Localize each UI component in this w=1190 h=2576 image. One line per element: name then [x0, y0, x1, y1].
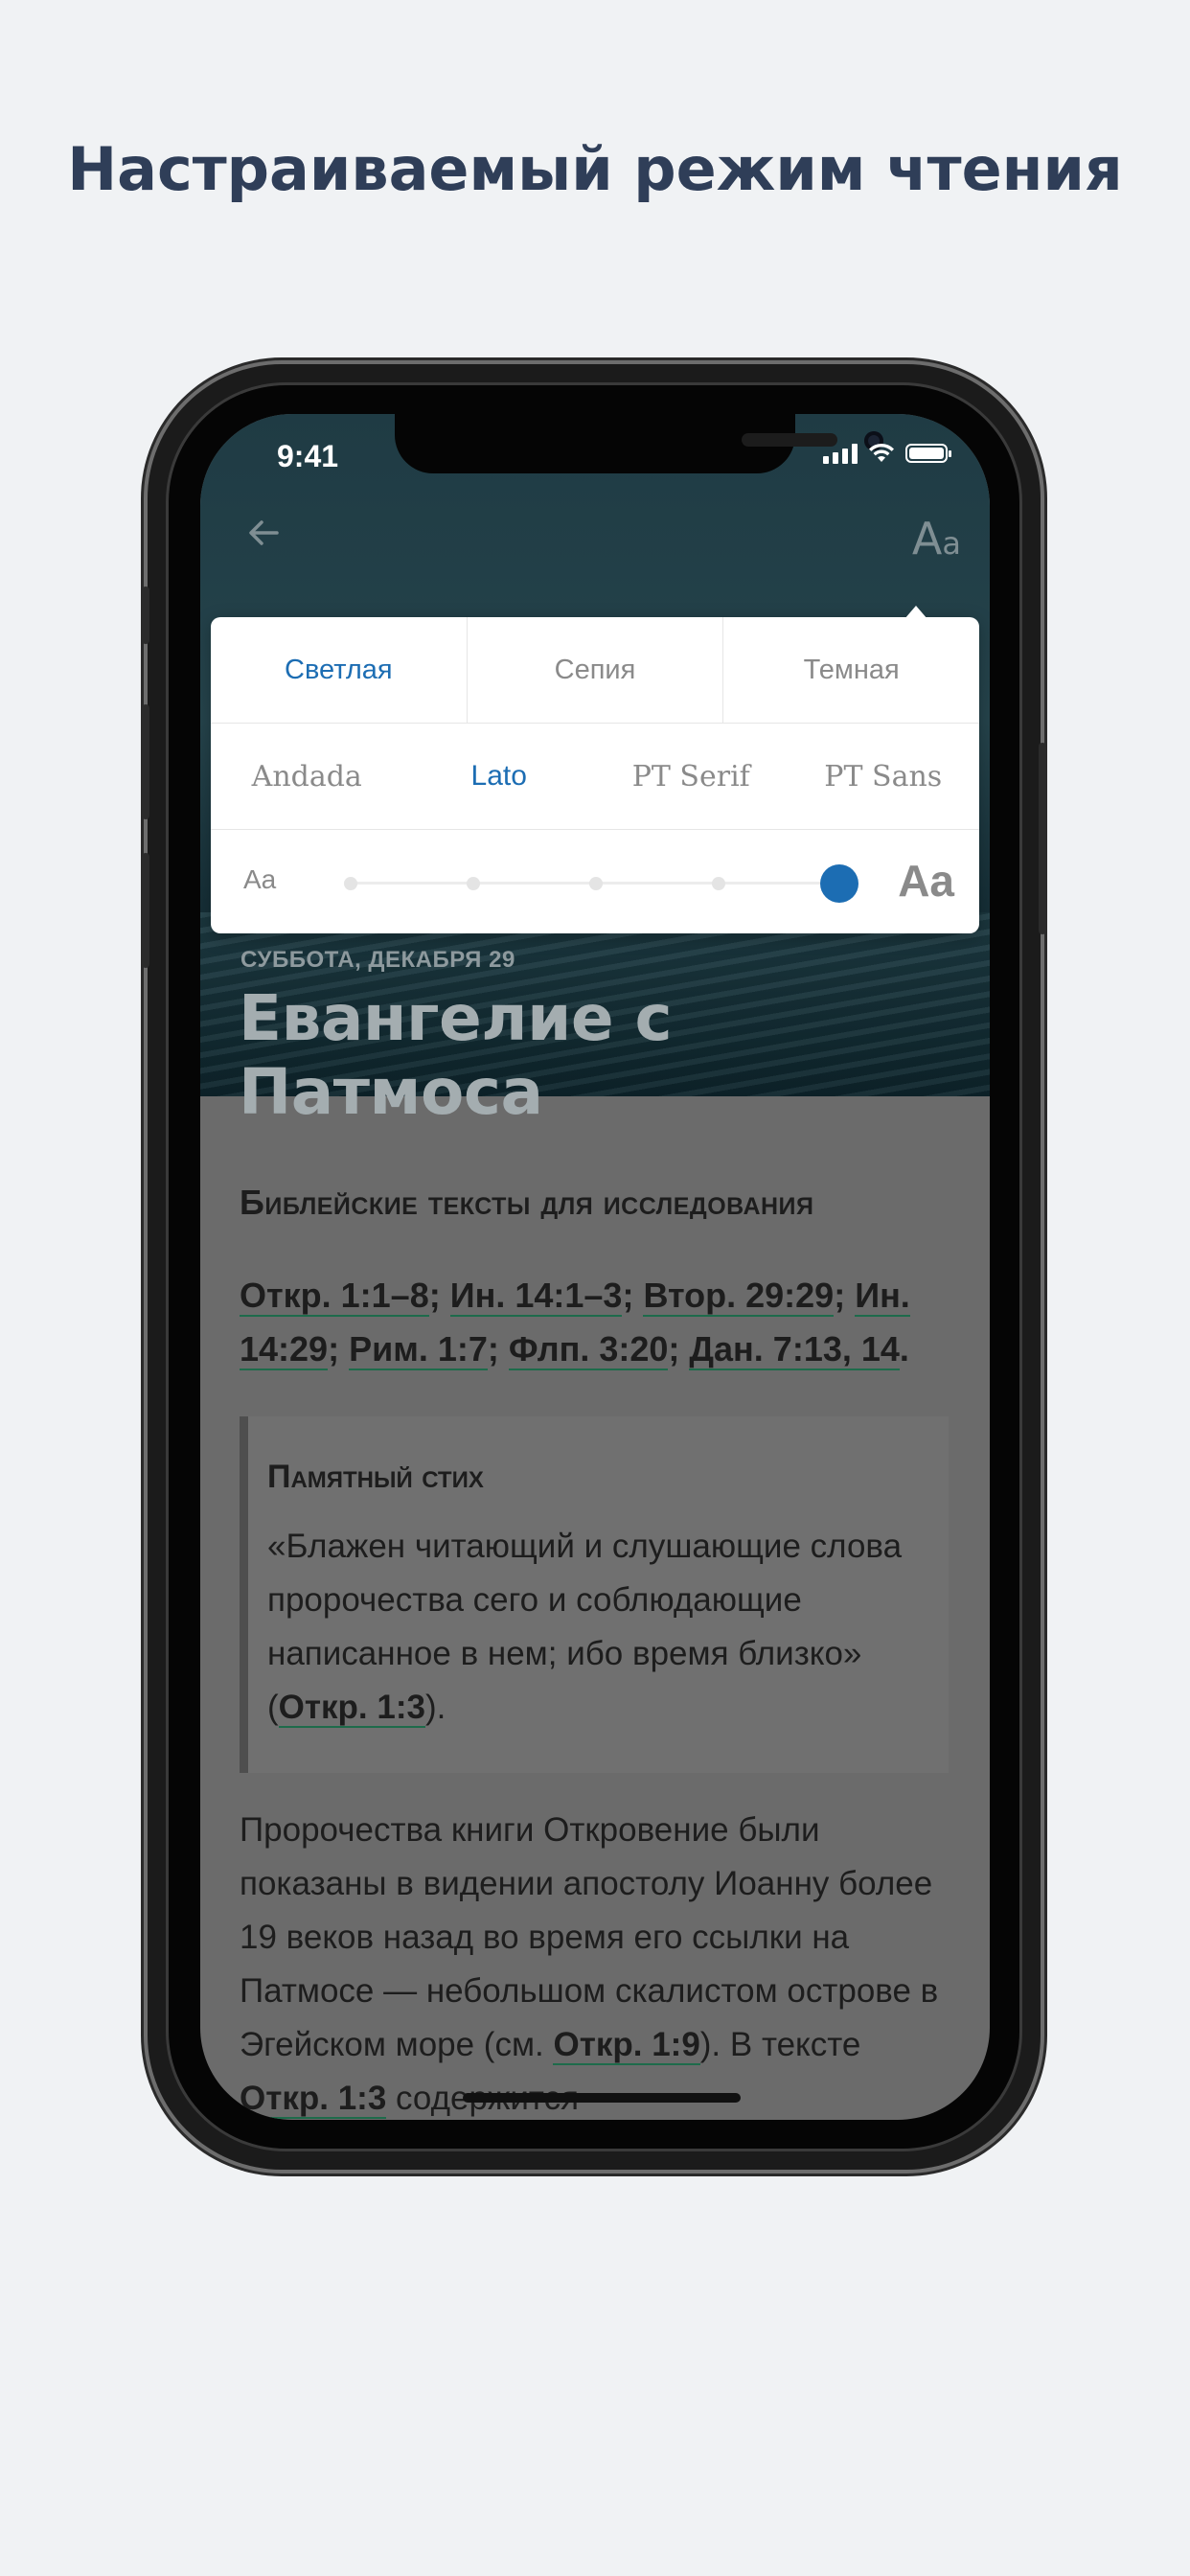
theme-selector: Светлая Сепия Темная	[211, 617, 979, 724]
slider-step-dot[interactable]	[589, 877, 603, 890]
theme-dark-option[interactable]: Темная	[723, 617, 979, 723]
back-button[interactable]	[235, 510, 292, 567]
reading-settings-popover: Светлая Сепия Темная Andada Lato PT Seri…	[211, 606, 979, 935]
lesson-title: Евангелие с Патмоса	[239, 981, 673, 1129]
theme-sepia-option[interactable]: Сепия	[468, 617, 724, 723]
font-andada-option[interactable]: Andada	[211, 724, 403, 829]
text-size-slider-knob[interactable]	[820, 864, 858, 903]
bible-ref-link[interactable]: Откр. 1:9	[553, 2026, 700, 2065]
cellular-signal-icon	[823, 443, 858, 464]
power-button	[1039, 743, 1046, 934]
font-settings-button[interactable]: Aa	[912, 510, 961, 572]
bible-ref-link[interactable]: Откр. 1:3	[240, 2080, 387, 2119]
arrow-left-icon	[249, 520, 279, 545]
text-size-row: Aa Aa	[211, 830, 979, 935]
memory-verse-text: «Блажен читающий и слушающие слова проро…	[267, 1520, 919, 1735]
font-settings-icon: Aa	[911, 513, 961, 564]
font-pt-sans-option[interactable]: PT Sans	[788, 724, 980, 829]
bible-ref-link[interactable]: Ин. 14:1–3	[449, 1276, 623, 1317]
popover-arrow	[904, 606, 927, 619]
volume-up-button	[142, 704, 149, 819]
bible-ref-link[interactable]: Откр. 1:1–8	[240, 1276, 429, 1317]
page-headline: Настраиваемый режим чтения	[67, 134, 1123, 204]
home-indicator	[463, 2093, 741, 2103]
memory-verse-block: Памятный стих «Блажен читающий и слушающ…	[240, 1416, 949, 1773]
volume-down-button	[142, 853, 149, 968]
status-time: 9:41	[277, 439, 339, 473]
bible-ref-link[interactable]: Дан. 7:13, 14	[689, 1329, 900, 1370]
phone-screen: 9:41 Aa СУББОТА, ДЕКАБРЯ 29 Евангелие с …	[200, 414, 990, 2120]
battery-icon	[905, 444, 951, 463]
bible-ref-link[interactable]: Откр. 1:3	[278, 1689, 425, 1728]
font-selector: Andada Lato PT Serif PT Sans	[211, 724, 979, 830]
lesson-paragraph: Пророчества книги Откровение были показа…	[240, 1804, 953, 2120]
status-icons	[823, 443, 951, 464]
font-pt-serif-option[interactable]: PT Serif	[595, 724, 788, 829]
theme-light-option[interactable]: Светлая	[211, 617, 468, 723]
memory-verse-end: ).	[424, 1689, 446, 1726]
slider-step-dot[interactable]	[344, 877, 357, 890]
bible-references: Откр. 1:1–8; Ин. 14:1–3; Втор. 29:29; Ин…	[240, 1276, 910, 1370]
slider-step-dot[interactable]	[712, 877, 725, 890]
section-heading: Библейские тексты для исследования	[240, 1183, 814, 1222]
bible-ref-link[interactable]: Флп. 3:20	[508, 1329, 669, 1370]
phone-notch	[395, 414, 883, 473]
text-size-small-label: Aa	[243, 864, 277, 894]
paragraph-text: ). В тексте	[699, 2026, 861, 2063]
slider-step-dot[interactable]	[467, 877, 480, 890]
font-lato-option[interactable]: Lato	[403, 724, 596, 829]
memory-verse-title: Памятный стих	[267, 1459, 484, 1495]
wifi-icon	[869, 443, 894, 462]
mute-switch	[142, 586, 149, 644]
bible-ref-link[interactable]: Втор. 29:29	[643, 1276, 835, 1317]
lesson-date: СУББОТА, ДЕКАБРЯ 29	[240, 947, 515, 973]
text-size-large-label: Aa	[898, 856, 954, 906]
bible-ref-link[interactable]: Рим. 1:7	[349, 1329, 488, 1370]
